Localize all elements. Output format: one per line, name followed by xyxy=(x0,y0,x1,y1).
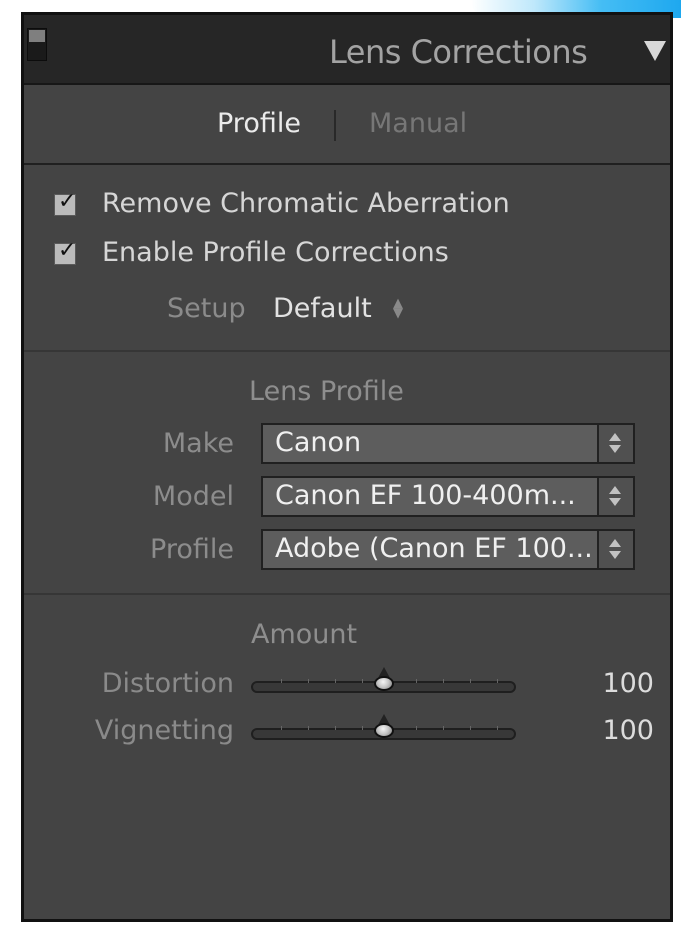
slider-thumb-icon xyxy=(374,723,394,738)
distortion-slider[interactable] xyxy=(251,667,516,693)
checkmark-icon: ✓ xyxy=(58,238,77,263)
vignetting-slider-thumb[interactable] xyxy=(373,714,395,738)
lens-correction-mode-tabs: Profile Manual xyxy=(24,85,670,165)
make-dropdown[interactable]: Canon xyxy=(261,423,635,464)
slider-tick xyxy=(416,679,417,683)
tab-profile[interactable]: Profile xyxy=(217,106,312,142)
slider-tick xyxy=(362,726,363,730)
distortion-slider-thumb[interactable] xyxy=(373,667,395,691)
slider-tick xyxy=(443,679,444,683)
checkmark-icon: ✓ xyxy=(58,189,77,214)
spinner-up-icon xyxy=(609,433,621,441)
section-divider xyxy=(24,350,670,352)
slider-tick xyxy=(335,679,336,683)
vignetting-value[interactable]: 100 xyxy=(574,713,654,749)
model-dropdown[interactable]: Canon EF 100-400m... xyxy=(261,476,635,517)
slider-tick xyxy=(335,726,336,730)
setup-label: Setup xyxy=(167,293,246,324)
distortion-value[interactable]: 100 xyxy=(574,666,654,702)
amount-heading: Amount xyxy=(251,619,358,650)
distortion-label: Distortion xyxy=(101,668,234,699)
up-down-spinner-icon[interactable] xyxy=(597,478,633,515)
make-dropdown-value: Canon xyxy=(275,427,362,458)
up-down-spinner-icon[interactable] xyxy=(597,531,633,568)
slider-tick xyxy=(308,726,309,730)
spinner-up-icon xyxy=(609,539,621,547)
up-down-spinner-icon[interactable] xyxy=(597,425,633,462)
tab-divider xyxy=(334,110,336,141)
remove-chromatic-aberration-label: Remove Chromatic Aberration xyxy=(102,188,510,219)
panel-switch-icon[interactable] xyxy=(27,28,47,61)
slider-tick xyxy=(443,726,444,730)
panel-switch-top xyxy=(29,30,45,42)
make-label: Make xyxy=(162,428,234,459)
slider-tick xyxy=(416,726,417,730)
screenshot-frame: Lens Corrections Profile Manual ✓ Remove… xyxy=(0,0,681,929)
slider-tick xyxy=(281,726,282,730)
vignetting-slider[interactable] xyxy=(251,714,516,740)
vignetting-label: Vignetting xyxy=(94,715,234,746)
lens-corrections-panel: Lens Corrections Profile Manual ✓ Remove… xyxy=(21,12,673,922)
slider-tick xyxy=(470,679,471,683)
slider-tick xyxy=(497,726,498,730)
spinner-down-icon xyxy=(609,445,621,453)
spinner-up-icon xyxy=(609,486,621,494)
tab-manual[interactable]: Manual xyxy=(369,106,479,142)
slider-thumb-icon xyxy=(374,676,394,691)
slider-tick xyxy=(470,726,471,730)
triangle-down-icon[interactable] xyxy=(644,41,666,61)
spinner-down-icon xyxy=(609,498,621,506)
slider-tick xyxy=(497,679,498,683)
setup-selector[interactable]: Setup Default ▲ ▼ xyxy=(167,290,417,328)
section-divider xyxy=(24,593,670,595)
panel-header[interactable]: Lens Corrections xyxy=(24,15,670,85)
setup-value[interactable]: Default xyxy=(273,290,372,328)
profile-label: Profile xyxy=(150,534,234,565)
up-down-spinner-icon[interactable]: ▲ ▼ xyxy=(391,297,405,320)
model-label: Model xyxy=(152,481,234,512)
lens-profile-heading: Lens Profile xyxy=(249,376,404,407)
remove-chromatic-aberration-checkbox[interactable]: ✓ xyxy=(54,189,76,216)
enable-profile-corrections-checkbox[interactable]: ✓ xyxy=(54,238,76,265)
slider-tick xyxy=(362,679,363,683)
spinner-down-icon xyxy=(609,551,621,559)
model-dropdown-value: Canon EF 100-400m... xyxy=(275,480,576,511)
panel-title: Lens Corrections xyxy=(329,33,588,71)
enable-profile-corrections-label: Enable Profile Corrections xyxy=(102,237,449,268)
profile-dropdown[interactable]: Adobe (Canon EF 100... xyxy=(261,529,635,570)
slider-tick xyxy=(281,679,282,683)
profile-dropdown-value: Adobe (Canon EF 100... xyxy=(275,533,593,564)
slider-tick xyxy=(308,679,309,683)
